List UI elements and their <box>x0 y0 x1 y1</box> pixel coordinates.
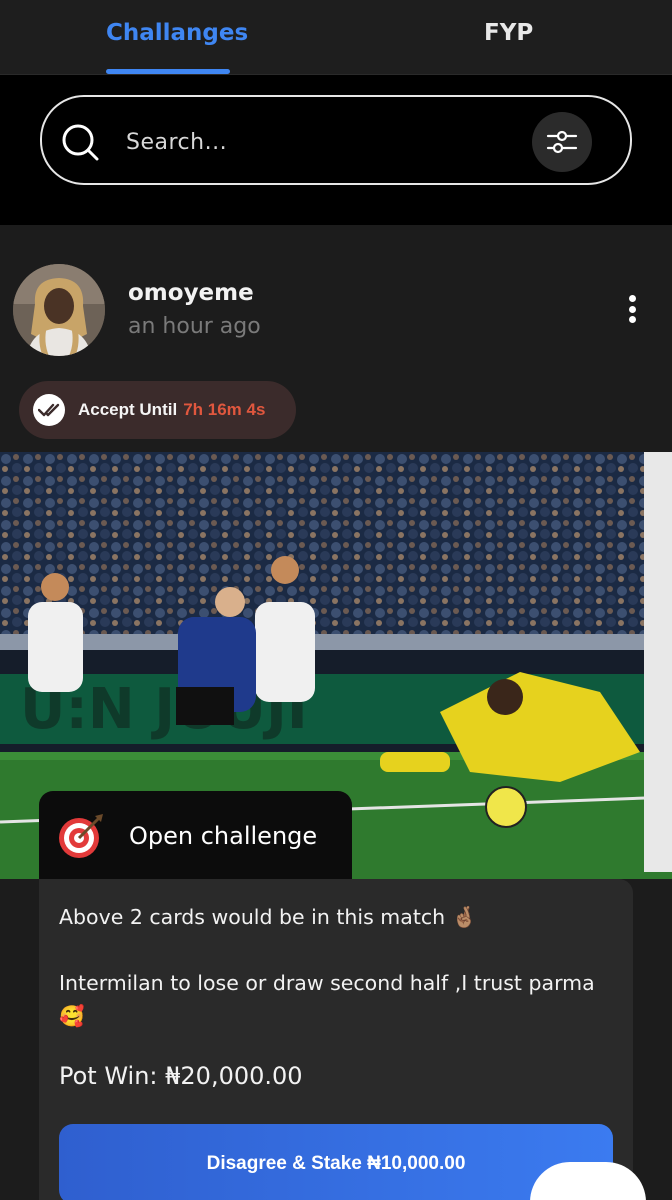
filter-icon <box>546 130 578 154</box>
pot-win: Pot Win: ₦20,000.00 <box>59 1062 303 1090</box>
challenge-card: Above 2 cards would be in this match 🤞🏽 … <box>39 879 633 1200</box>
accept-until-label: Accept Until <box>78 400 178 419</box>
more-dot <box>628 305 636 313</box>
post-timestamp: an hour ago <box>128 314 261 339</box>
search-section <box>0 75 672 225</box>
challenge-type-tag: Open challenge <box>39 791 352 880</box>
search-bar[interactable] <box>40 95 632 185</box>
accept-deadline-badge: Accept Until 7h 16m 4s <box>19 381 296 439</box>
more-vertical-icon <box>628 295 636 302</box>
username[interactable]: omoyeme <box>128 280 254 306</box>
tab-fyp[interactable]: FYP <box>484 20 533 46</box>
challenge-description: Above 2 cards would be in this match 🤞🏽 … <box>59 905 595 1028</box>
more-options-button[interactable] <box>620 292 644 326</box>
more-dot <box>628 316 636 323</box>
double-check-icon <box>33 394 65 426</box>
filter-button[interactable] <box>532 112 592 172</box>
search-input[interactable] <box>126 127 526 157</box>
active-tab-indicator <box>106 69 230 74</box>
target-icon <box>59 813 103 858</box>
top-tab-bar: Challanges FYP <box>0 0 672 75</box>
disagree-stake-button[interactable]: Disagree & Stake ₦10,000.00 <box>59 1124 613 1200</box>
tab-challenges[interactable]: Challanges <box>106 20 248 46</box>
countdown-timer: 7h 16m 4s <box>183 400 266 419</box>
search-icon <box>62 124 99 161</box>
avatar-image <box>13 264 105 356</box>
avatar[interactable] <box>13 264 105 356</box>
challenge-type-label: Open challenge <box>129 821 318 850</box>
